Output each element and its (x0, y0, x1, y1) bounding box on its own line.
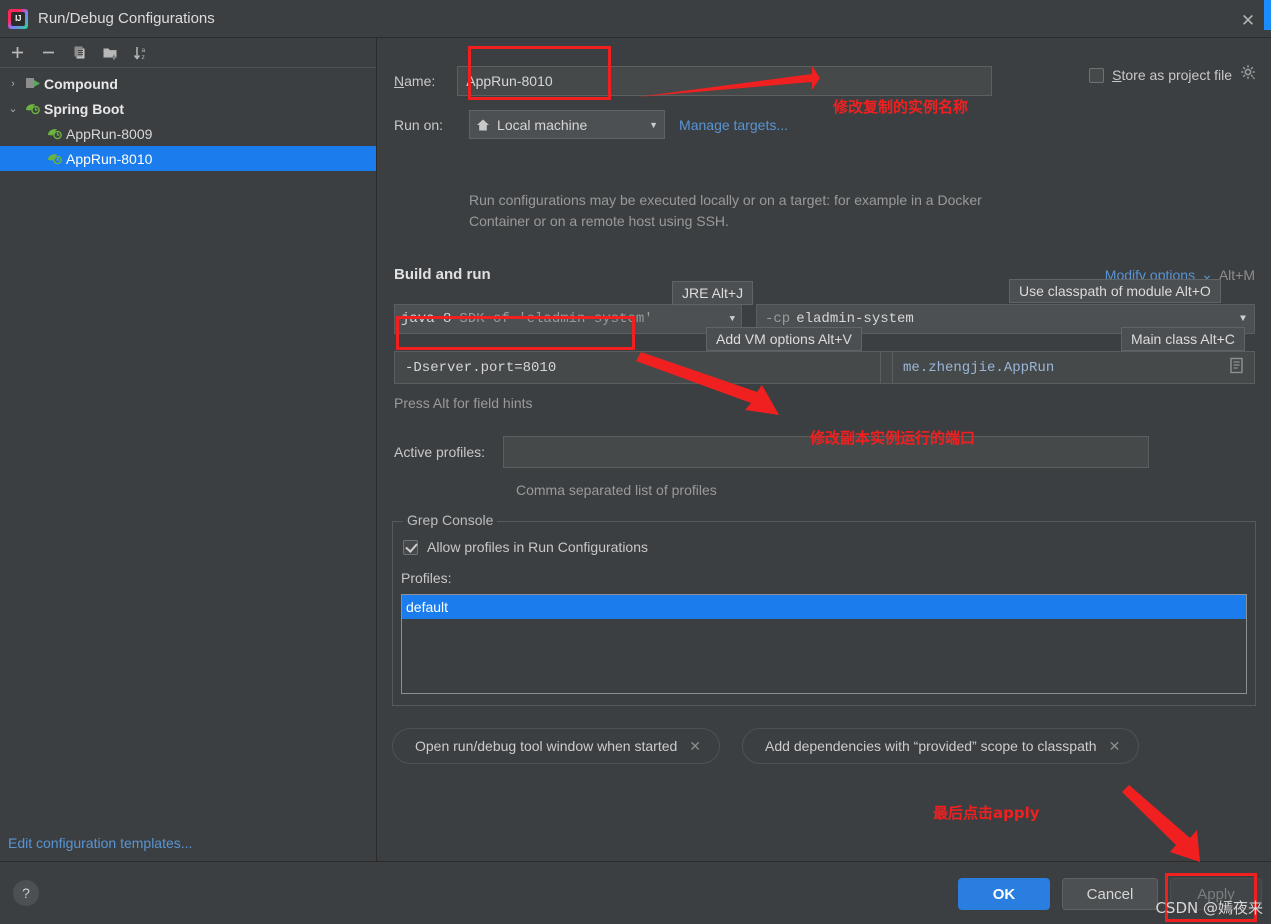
list-item-label: default (406, 599, 449, 615)
edit-configuration-templates-link[interactable]: Edit configuration templates... (8, 835, 192, 851)
annotation-change-port: 修改副本实例运行的端口 (810, 429, 976, 447)
store-as-project-file-label: Store as project file (1112, 67, 1232, 83)
active-profiles-row: Active profiles: (394, 436, 1150, 468)
main-class-value: me.zhengjie.AppRun (903, 359, 1055, 376)
store-as-project-file-checkbox[interactable] (1089, 67, 1105, 83)
annotation-rename-instance: 修改复制的实例名称 (833, 98, 969, 116)
main-class-input[interactable]: me.zhengjie.AppRun (892, 351, 1255, 384)
chevron-right-icon[interactable]: › (4, 78, 22, 90)
help-button[interactable]: ? (13, 880, 39, 906)
plus-icon (12, 47, 23, 58)
home-icon (476, 118, 490, 132)
chip-label: Add dependencies with “provided” scope t… (765, 738, 1097, 754)
manage-targets-link[interactable]: Manage targets... (679, 117, 788, 133)
annotation-click-apply: 最后点击apply (933, 804, 1040, 822)
spring-boot-icon (44, 126, 66, 141)
intellij-idea-logo-icon (8, 8, 28, 29)
tree-item-spring-boot[interactable]: ⌄ Spring Boot (0, 96, 376, 121)
allow-profiles-label: Allow profiles in Run Configurations (427, 539, 648, 555)
list-item[interactable]: default (402, 595, 1246, 619)
dialog-footer: ? OK Cancel Apply (0, 861, 1271, 924)
tree-item-apprun-8009[interactable]: AppRun-8009 (0, 121, 376, 146)
svg-text:a: a (142, 47, 146, 54)
new-folder-button[interactable] (97, 41, 124, 65)
csdn-watermark: CSDN @嫣夜来 (1155, 899, 1263, 917)
classpath-module-value: eladmin-system (796, 311, 914, 327)
modify-options-shortcut: Alt+M (1218, 266, 1255, 283)
run-on-label: Run on: (394, 116, 444, 133)
grep-console-group: Grep Console Allow profiles in Run Confi… (392, 512, 1256, 706)
allow-profiles-checkbox[interactable] (403, 539, 418, 555)
chip-label: Open run/debug tool window when started (415, 738, 678, 754)
chevron-down-icon[interactable]: ⌄ (4, 102, 22, 115)
option-chips: Open run/debug tool window when started … (392, 728, 1140, 764)
tree-item-apprun-8010[interactable]: AppRun-8010 (0, 146, 376, 171)
chip-open-run-debug-tool-window[interactable]: Open run/debug tool window when started … (392, 728, 721, 764)
run-on-row: Run on: Local machine ▼ Manage targets..… (394, 110, 788, 139)
sort-configurations-button[interactable]: a z (128, 41, 155, 65)
copy-icon (74, 46, 84, 58)
compound-icon (22, 76, 44, 91)
ok-button[interactable]: OK (958, 878, 1050, 910)
run-on-target-combobox[interactable]: Local machine ▼ (469, 110, 666, 139)
grep-profiles-label: Profiles: (401, 570, 452, 586)
close-icon[interactable]: ✕ (1109, 738, 1121, 755)
classpath-prefix: -cp (765, 311, 791, 327)
configurations-sidebar: a z › Compound ⌄ Spring Boot AppRun-8009… (0, 38, 377, 861)
document-icon[interactable] (1229, 357, 1244, 379)
tooltip-main-class: Main class Alt+C (1121, 327, 1245, 351)
spring-boot-icon (22, 101, 44, 116)
tooltip-add-vm-options: Add VM options Alt+V (706, 327, 862, 351)
vm-options-value: -Dserver.port=8010 (405, 359, 557, 376)
tree-item-label: AppRun-8009 (66, 125, 153, 142)
add-configuration-button[interactable] (4, 41, 31, 65)
close-icon[interactable]: ✕ (1237, 9, 1259, 31)
remove-configuration-button[interactable] (35, 41, 62, 65)
allow-profiles-row[interactable]: Allow profiles in Run Configurations (403, 539, 648, 555)
run-debug-configurations-dialog: Run/Debug Configurations ✕ (0, 0, 1271, 924)
run-on-target-value: Local machine (497, 116, 588, 133)
grep-console-legend: Grep Console (403, 512, 498, 528)
name-label: Name: (394, 73, 436, 89)
active-profiles-label: Active profiles: (394, 444, 486, 460)
field-hints-text: Press Alt for field hints (394, 395, 533, 411)
copy-configuration-button[interactable] (66, 41, 93, 65)
sidebar-toolbar: a z (0, 38, 376, 68)
chip-add-provided-dependencies[interactable]: Add dependencies with “provided” scope t… (742, 728, 1140, 764)
tree-item-label: AppRun-8010 (66, 150, 153, 167)
window-title: Run/Debug Configurations (38, 10, 215, 27)
tooltip-jre: JRE Alt+J (672, 281, 754, 305)
sort-alphabetically-icon: a z (133, 46, 146, 61)
configurations-tree: › Compound ⌄ Spring Boot AppRun-8009 App… (0, 68, 376, 171)
close-icon[interactable]: ✕ (689, 738, 701, 755)
jre-sdk-combobox[interactable]: java 8 SDK of 'eladmin-system' ▼ (394, 304, 742, 334)
tree-item-label: Spring Boot (44, 100, 125, 117)
vm-options-input[interactable]: -Dserver.port=8010 (394, 351, 881, 384)
jre-sdk-prefix: java 8 (401, 311, 452, 327)
chevron-down-icon[interactable]: ▼ (1240, 314, 1246, 325)
gear-icon[interactable] (1240, 64, 1257, 86)
chevron-down-icon[interactable]: ▼ (730, 314, 735, 324)
folder-add-icon (103, 48, 117, 59)
grep-profiles-list[interactable]: default (401, 594, 1247, 694)
tree-item-label: Compound (44, 75, 118, 92)
run-on-description: Run configurations may be executed local… (469, 192, 982, 229)
tooltip-use-classpath-of-module: Use classpath of module Alt+O (1009, 279, 1221, 303)
cancel-button[interactable]: Cancel (1062, 878, 1158, 910)
svg-text:z: z (142, 54, 145, 61)
store-as-project-file-row[interactable]: Store as project file (1089, 64, 1257, 86)
name-input[interactable] (457, 66, 993, 96)
configuration-form: Name: Store as project file Run on: (378, 38, 1271, 861)
window-edge-highlight (1264, 0, 1271, 30)
spring-boot-icon (44, 151, 66, 166)
name-row: Name: (394, 66, 993, 96)
chevron-down-icon[interactable]: ▼ (649, 120, 658, 130)
active-profiles-hint: Comma separated list of profiles (516, 482, 717, 498)
title-bar: Run/Debug Configurations ✕ (0, 0, 1271, 38)
build-and-run-title: Build and run (394, 266, 491, 283)
tree-item-compound[interactable]: › Compound (0, 71, 376, 96)
jre-sdk-value: SDK of 'eladmin-system' (459, 311, 653, 327)
minus-icon (43, 51, 54, 54)
